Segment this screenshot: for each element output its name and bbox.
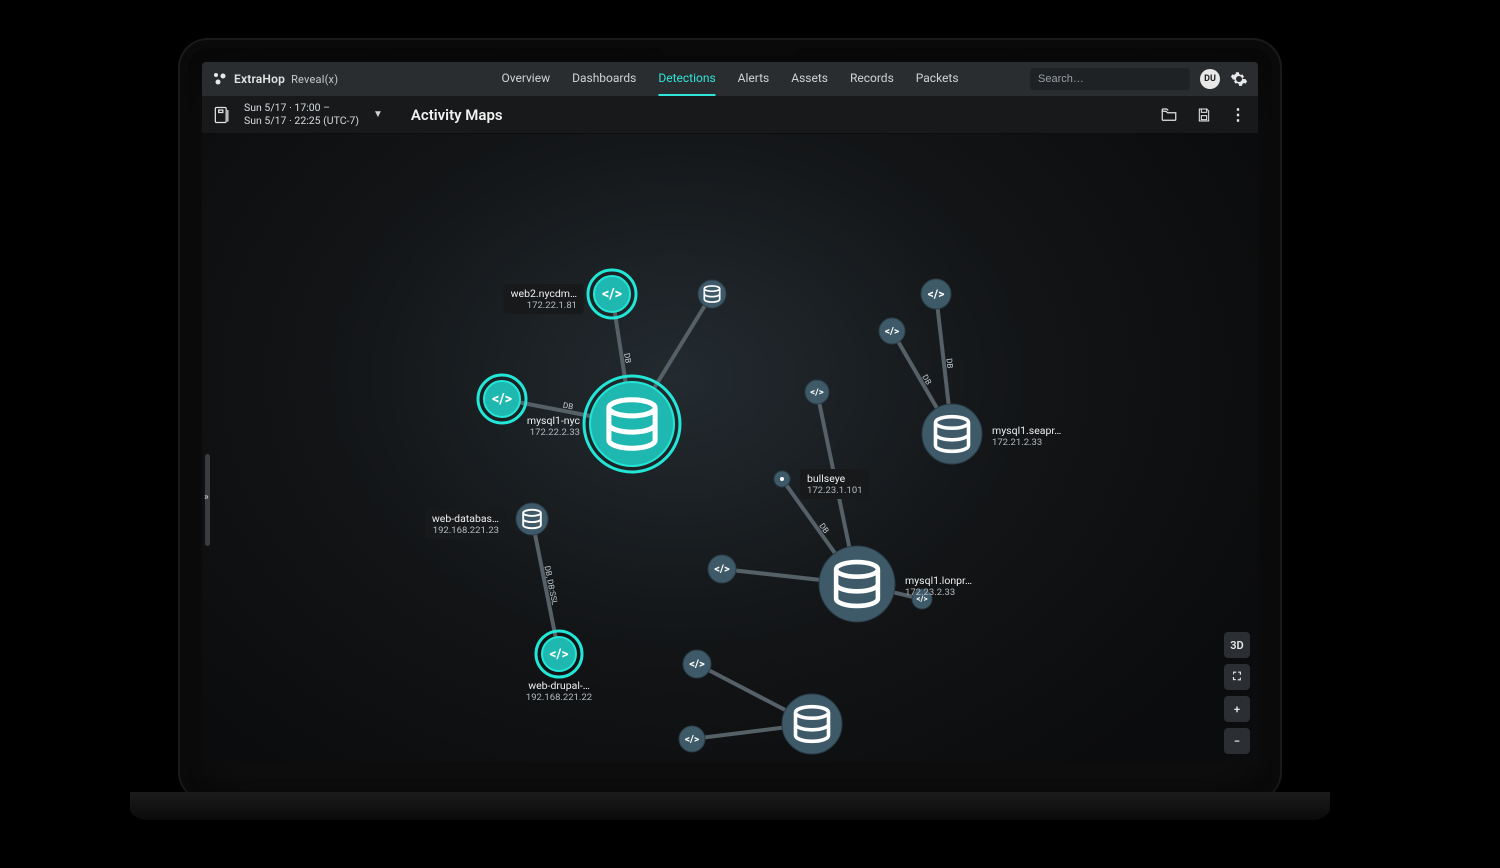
graph-node-code_b2[interactable]: </> (679, 726, 705, 752)
code-icon: </> (810, 387, 823, 398)
graph-node-mysql1[interactable] (782, 694, 842, 754)
more-menu-icon[interactable]: ⋮ (1230, 105, 1248, 124)
code-icon: </> (602, 286, 622, 303)
nav-tab-assets[interactable]: Assets (791, 62, 828, 96)
edge-label: DB (944, 358, 954, 369)
save-icon[interactable] (1196, 107, 1212, 123)
left-panel-expand-handle[interactable] (205, 454, 210, 546)
svg-text:</>: </> (492, 391, 512, 408)
time-range-line2: Sun 5/17 · 22:25 (UTC-7) (244, 115, 359, 127)
code-icon: </> (928, 287, 945, 301)
chevron-down-icon[interactable]: ▼ (373, 109, 383, 120)
open-folder-icon[interactable] (1160, 106, 1178, 124)
svg-text:</>: </> (885, 324, 900, 337)
top-bar: ExtraHop Reveal(x) Overview Dashboards Det… (202, 62, 1258, 96)
nav-tab-overview[interactable]: Overview (501, 62, 550, 96)
svg-text:</>: </> (714, 563, 730, 576)
sub-bar: Sun 5/17 · 17:00 – Sun 5/17 · 22:25 (UTC… (202, 96, 1258, 134)
graph-node-web2_nycdm[interactable]: </> (588, 270, 636, 318)
svg-text:</>: </> (689, 658, 705, 671)
dot-icon (780, 477, 784, 481)
edge-label: DB (622, 352, 632, 363)
graph-node-web_database[interactable] (516, 503, 548, 535)
search-input[interactable] (1030, 68, 1190, 90)
graph-node-mysql1_lonpr[interactable] (819, 546, 895, 622)
zoom-in-button[interactable]: + (1224, 696, 1250, 722)
nav-tab-detections[interactable]: Detections (658, 62, 715, 96)
svg-text:</>: </> (550, 646, 569, 662)
code-icon: </> (714, 563, 730, 576)
svg-text:</>: </> (602, 286, 622, 303)
fullscreen-button[interactable]: ⛶ (1224, 664, 1250, 690)
nav-tab-packets[interactable]: Packets (916, 62, 959, 96)
time-range-picker[interactable]: Sun 5/17 · 17:00 – Sun 5/17 · 22:25 (UTC… (244, 102, 359, 126)
graph-svg: DBDBDB, DB:SSLDBDBDB</></></></></></></… (202, 134, 1258, 762)
graph-node-code_mid[interactable]: </> (805, 380, 829, 404)
node-label: bullseye172.23.1.101 (800, 469, 870, 499)
graph-node-code_b1[interactable]: </> (683, 650, 711, 678)
node-label: web-drupal-…192.168.221.22 (526, 679, 592, 703)
brand: ExtraHop Reveal(x) (212, 71, 338, 87)
graph-node-code_s2[interactable]: </> (879, 318, 905, 344)
page-title: Activity Maps (411, 106, 503, 124)
code-icon: </> (550, 646, 569, 662)
code-icon: </> (885, 324, 900, 337)
activity-map-canvas[interactable]: DBDBDB, DB:SSLDBDBDB</></></></></></></… (202, 134, 1258, 762)
graph-node-bullseye[interactable] (774, 471, 790, 487)
zoom-out-button[interactable]: − (1224, 728, 1250, 754)
code-icon: </> (685, 732, 700, 745)
user-avatar[interactable]: DU (1200, 69, 1220, 89)
nav-tabs: Overview Dashboards Detections Alerts Assets… (501, 62, 958, 96)
time-range-line1: Sun 5/17 · 17:00 – (244, 102, 359, 114)
code-icon: </> (689, 658, 705, 671)
graph-node-db_top[interactable] (698, 280, 726, 308)
settings-gear-icon[interactable] (1230, 70, 1248, 88)
device-catalog-icon[interactable] (212, 105, 232, 125)
svg-text:</>: </> (810, 387, 823, 398)
brand-name: ExtraHop (234, 72, 285, 86)
svg-text:</>: </> (685, 732, 700, 745)
graph-node-code_s1[interactable]: </> (921, 279, 951, 309)
node-label: mysql1.lonpr…172.23.2.33 (905, 574, 972, 598)
canvas-controls: 3D ⛶ + − (1224, 632, 1250, 754)
app-screen: ExtraHop Reveal(x) Overview Dashboards Det… (202, 62, 1258, 762)
nav-tab-alerts[interactable]: Alerts (738, 62, 770, 96)
node-label: mysql1-nyc172.22.2.33 (527, 414, 580, 438)
node-label: web2.nycdm…172.22.1.81 (504, 284, 584, 314)
brand-product: Reveal(x) (291, 73, 338, 86)
graph-node-mysql1_nyc[interactable] (584, 376, 680, 472)
code-icon: </> (492, 391, 512, 408)
svg-text:</>: </> (928, 287, 945, 301)
node-label: mysql1.seapr…172.21.2.33 (992, 424, 1061, 448)
edge-label: DB (562, 401, 574, 412)
brand-logo-icon (212, 71, 228, 87)
graph-node-mysql1_seapr[interactable] (922, 404, 982, 464)
graph-node-code_left2[interactable]: </> (708, 555, 736, 583)
node-label: web-databas…192.168.221.23 (425, 509, 506, 539)
graph-node-web_drupal[interactable]: </> (536, 631, 582, 677)
view-3d-button[interactable]: 3D (1224, 632, 1250, 658)
nav-tab-dashboards[interactable]: Dashboards (572, 62, 636, 96)
graph-node-code_a[interactable]: </> (478, 375, 526, 423)
nav-tab-records[interactable]: Records (850, 62, 894, 96)
